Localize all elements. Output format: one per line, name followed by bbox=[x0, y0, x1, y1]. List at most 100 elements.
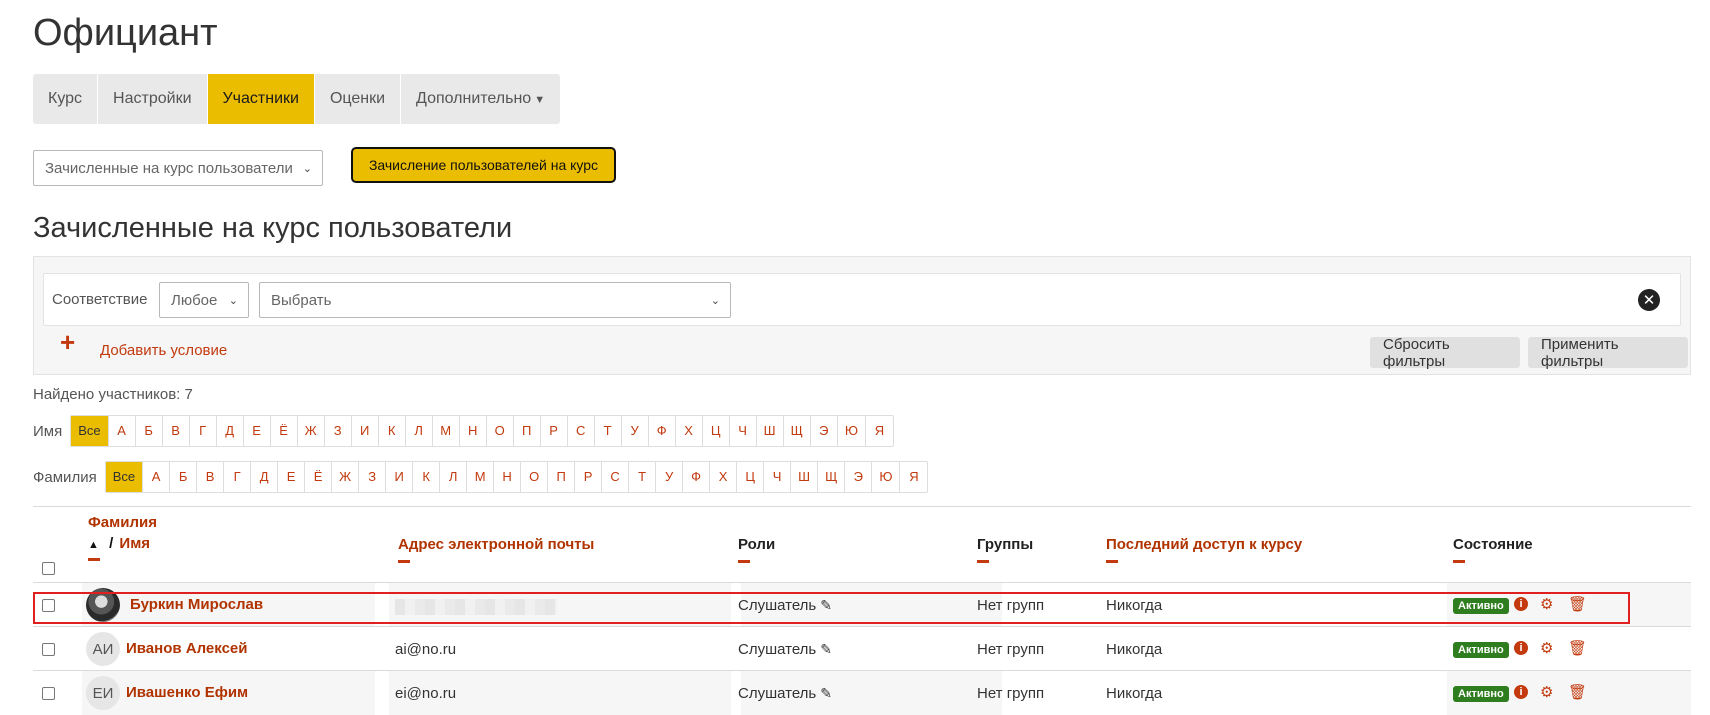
initial-letter[interactable]: Г bbox=[190, 416, 217, 446]
participant-name-link[interactable]: Буркин Мирослав bbox=[130, 596, 263, 613]
initial-letter[interactable]: Т bbox=[629, 462, 657, 492]
initial-letter[interactable]: Ч bbox=[764, 462, 792, 492]
initial-letter[interactable]: Н bbox=[494, 462, 522, 492]
avatar[interactable] bbox=[86, 588, 120, 622]
initial-letter[interactable]: Ж bbox=[298, 416, 325, 446]
initial-letter[interactable]: Б bbox=[170, 462, 198, 492]
trash-icon[interactable]: 🗑 bbox=[1568, 639, 1587, 657]
initial-letter[interactable]: Е bbox=[244, 416, 271, 446]
initial-letter[interactable]: Х bbox=[676, 416, 703, 446]
initial-letter[interactable]: Д bbox=[217, 416, 244, 446]
initial-letter[interactable]: Ц bbox=[703, 416, 730, 446]
initial-letter[interactable]: С bbox=[568, 416, 595, 446]
tab-participants[interactable]: Участники bbox=[207, 74, 315, 124]
participant-name-link[interactable]: Ивашенко Ефим bbox=[126, 684, 248, 701]
initial-letter[interactable]: Ц bbox=[737, 462, 765, 492]
gear-icon[interactable]: ⚙ bbox=[1540, 683, 1553, 701]
initial-letter[interactable]: К bbox=[379, 416, 406, 446]
enrol-users-button[interactable]: Зачисление пользователей на курс bbox=[351, 147, 616, 183]
initial-letter[interactable]: Ф bbox=[649, 416, 676, 446]
sort-lastname-link[interactable]: Фамилия bbox=[88, 514, 157, 531]
sort-last-access-link[interactable]: Последний доступ к курсу bbox=[1106, 536, 1302, 553]
initial-letter[interactable]: Щ bbox=[784, 416, 811, 446]
initial-letter[interactable]: Б bbox=[136, 416, 163, 446]
match-select[interactable]: Любое ⌄ bbox=[159, 282, 249, 318]
pencil-icon[interactable]: ✎ bbox=[820, 685, 832, 701]
initial-letter[interactable]: Ё bbox=[305, 462, 333, 492]
initial-letter[interactable]: Р bbox=[541, 416, 568, 446]
participant-name-link[interactable]: Иванов Алексей bbox=[126, 640, 247, 657]
collapse-column-icon[interactable] bbox=[738, 560, 750, 563]
initial-letter[interactable]: Е bbox=[278, 462, 306, 492]
collapse-column-icon[interactable] bbox=[398, 560, 410, 563]
initial-letter[interactable]: А bbox=[109, 416, 136, 446]
initial-letter[interactable]: А bbox=[143, 462, 171, 492]
initial-letter[interactable]: П bbox=[514, 416, 541, 446]
initial-letter[interactable]: Щ bbox=[818, 462, 846, 492]
initial-letter[interactable]: Ш bbox=[757, 416, 784, 446]
initial-letter[interactable]: Т bbox=[595, 416, 622, 446]
tab-course[interactable]: Курс bbox=[33, 74, 99, 124]
initial-letter[interactable]: Ю bbox=[872, 462, 901, 492]
gear-icon[interactable]: ⚙ bbox=[1540, 639, 1553, 657]
initial-letter[interactable]: В bbox=[197, 462, 225, 492]
trash-icon[interactable]: 🗑 bbox=[1568, 595, 1587, 613]
initial-letter[interactable]: Я bbox=[900, 462, 927, 492]
row-checkbox[interactable] bbox=[42, 687, 55, 700]
initial-letter[interactable]: Э bbox=[811, 416, 838, 446]
initial-letter[interactable]: Ж bbox=[332, 462, 360, 492]
gear-icon[interactable]: ⚙ bbox=[1540, 595, 1553, 613]
close-circle-icon[interactable]: ✕ bbox=[1638, 289, 1660, 311]
pencil-icon[interactable]: ✎ bbox=[820, 641, 832, 657]
initial-letter[interactable]: З bbox=[359, 462, 387, 492]
tab-settings[interactable]: Настройки bbox=[98, 74, 208, 124]
initial-letter[interactable]: Ф bbox=[683, 462, 711, 492]
trash-icon[interactable]: 🗑 bbox=[1568, 683, 1587, 701]
initial-letter[interactable]: Ё bbox=[271, 416, 298, 446]
row-checkbox[interactable] bbox=[42, 599, 55, 612]
avatar[interactable]: АИ bbox=[86, 632, 120, 666]
initial-letter[interactable]: З bbox=[325, 416, 352, 446]
initial-letter[interactable]: С bbox=[602, 462, 630, 492]
initial-letter[interactable]: Л bbox=[440, 462, 468, 492]
sort-firstname-link[interactable]: Имя bbox=[119, 535, 150, 552]
info-icon[interactable]: i bbox=[1514, 641, 1528, 655]
initial-letter[interactable]: В bbox=[163, 416, 190, 446]
initial-letter[interactable]: Э bbox=[845, 462, 873, 492]
initial-letter[interactable]: Р bbox=[575, 462, 603, 492]
plus-icon[interactable]: + bbox=[60, 327, 75, 358]
info-icon[interactable]: i bbox=[1514, 597, 1528, 611]
initial-letter[interactable]: Я bbox=[866, 416, 893, 446]
initial-letter[interactable]: О bbox=[487, 416, 514, 446]
sort-email-link[interactable]: Адрес электронной почты bbox=[398, 536, 594, 553]
initial-letter[interactable]: У bbox=[656, 462, 684, 492]
initial-letter[interactable]: Ч bbox=[730, 416, 757, 446]
pencil-icon[interactable]: ✎ bbox=[820, 597, 832, 613]
initial-letter[interactable]: Ш bbox=[791, 462, 819, 492]
collapse-column-icon[interactable] bbox=[1106, 560, 1118, 563]
initial-letter[interactable]: Н bbox=[460, 416, 487, 446]
select-all-checkbox[interactable] bbox=[42, 562, 55, 575]
filter-type-select[interactable]: Выбрать ⌄ bbox=[259, 282, 731, 318]
collapse-column-icon[interactable] bbox=[88, 558, 100, 561]
initial-letter[interactable]: Ю bbox=[838, 416, 866, 446]
initial-letter[interactable]: М bbox=[433, 416, 460, 446]
apply-filters-button[interactable]: Применить фильтры bbox=[1528, 336, 1688, 370]
collapse-column-icon[interactable] bbox=[977, 560, 989, 563]
initial-letter[interactable]: И bbox=[352, 416, 379, 446]
initial-letter[interactable]: Л bbox=[406, 416, 433, 446]
initial-letter[interactable]: У bbox=[622, 416, 649, 446]
initial-all[interactable]: Все bbox=[105, 462, 144, 492]
initial-letter[interactable]: Х bbox=[710, 462, 738, 492]
initial-letter[interactable]: К bbox=[413, 462, 441, 492]
tab-grades[interactable]: Оценки bbox=[315, 74, 402, 124]
initial-letter[interactable]: Д bbox=[251, 462, 279, 492]
collapse-column-icon[interactable] bbox=[1453, 560, 1465, 563]
initial-letter[interactable]: Г bbox=[224, 462, 252, 492]
tab-more[interactable]: Дополнительно ▼ bbox=[401, 74, 560, 124]
initial-letter[interactable]: И bbox=[386, 462, 414, 492]
add-condition-link[interactable]: Добавить условие bbox=[100, 342, 227, 359]
enrolment-method-select[interactable]: Зачисленные на курс пользователи ⌄ bbox=[33, 150, 323, 186]
initial-all[interactable]: Все bbox=[71, 416, 109, 446]
initial-letter[interactable]: О bbox=[521, 462, 549, 492]
